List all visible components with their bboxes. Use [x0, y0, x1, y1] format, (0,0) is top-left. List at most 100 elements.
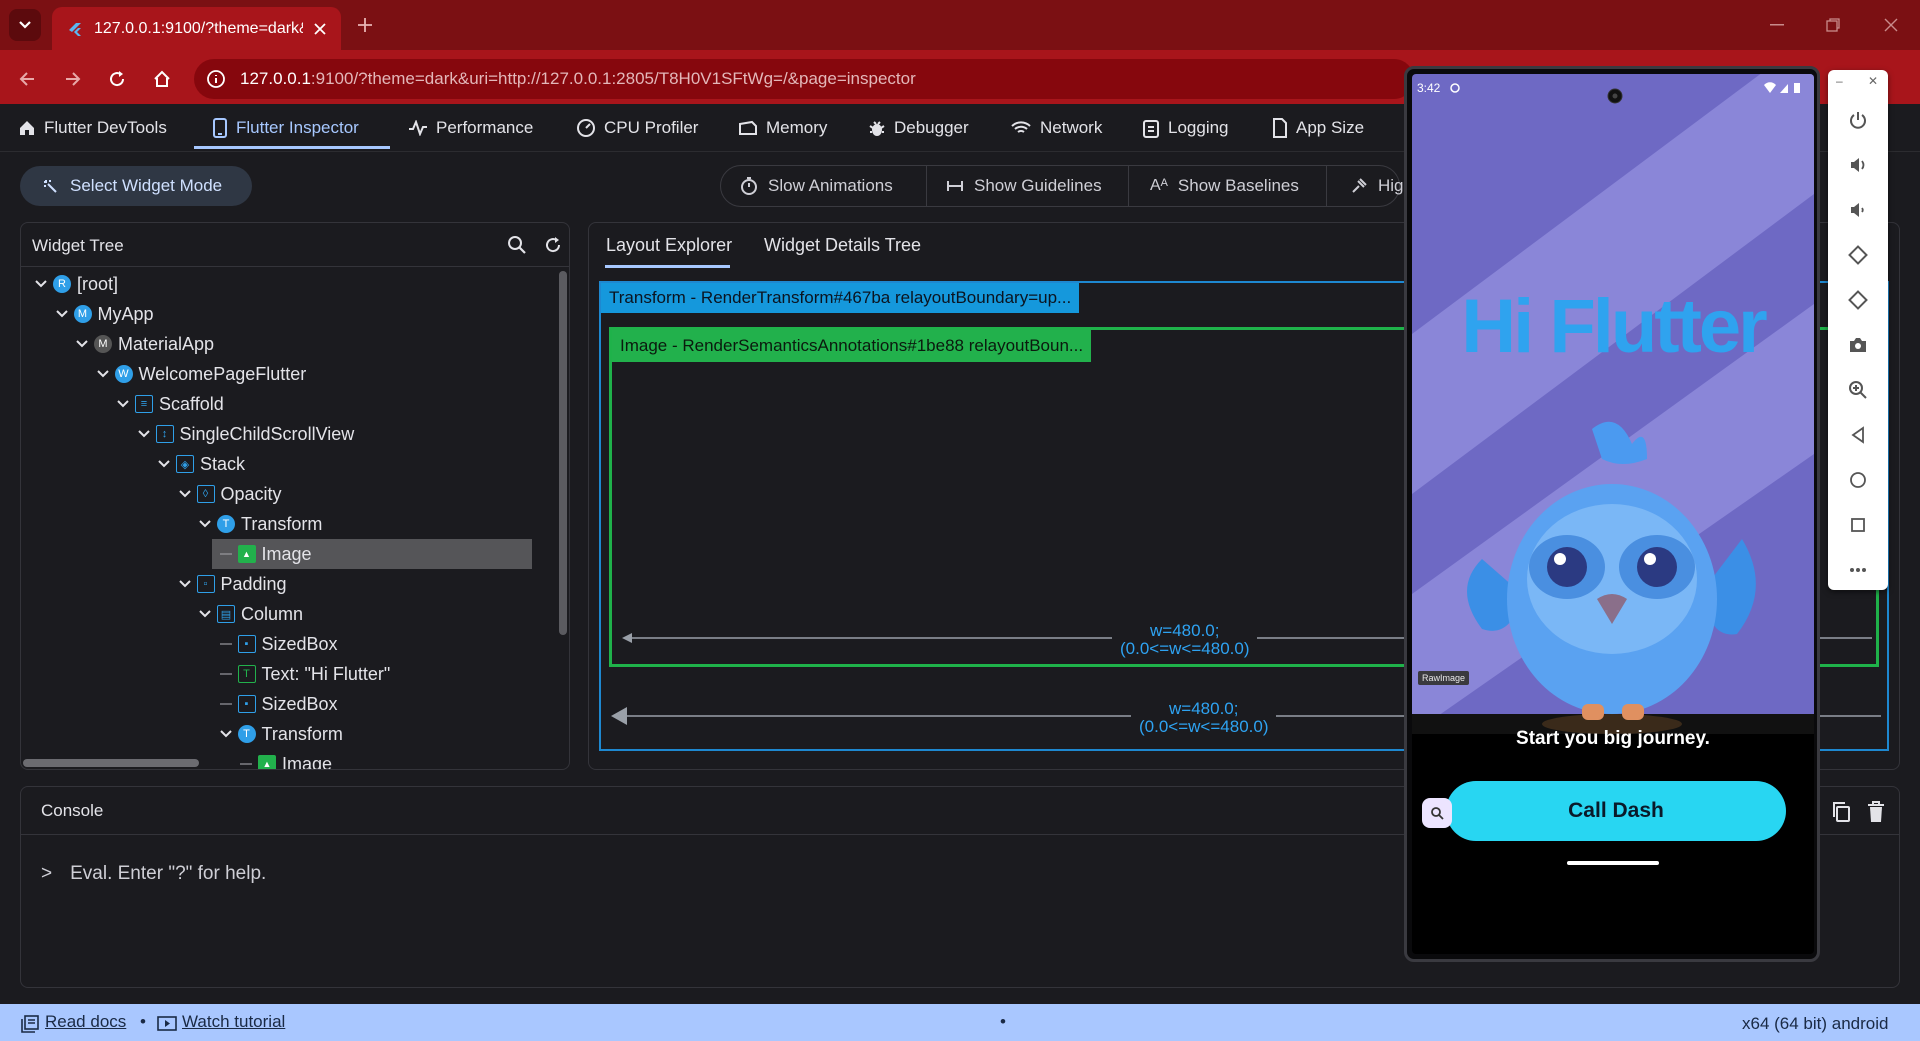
tab-flutter-inspector[interactable]: Flutter Inspector [212, 104, 359, 152]
call-dash-button[interactable]: Call Dash [1446, 781, 1786, 841]
chevron-down-icon[interactable] [177, 576, 193, 592]
tree-node[interactable]: ▤ Column [21, 599, 557, 629]
show-guidelines-toggle[interactable]: Show Guidelines [946, 165, 1102, 207]
show-guidelines-label: Show Guidelines [974, 176, 1102, 195]
chevron-down-icon[interactable] [95, 366, 111, 382]
restore-window-button[interactable] [1818, 10, 1848, 40]
tree-node[interactable]: M MaterialApp [21, 329, 557, 359]
tree-node-label: SizedBox [261, 693, 338, 714]
volume-up-button[interactable] [1842, 149, 1874, 181]
new-tab-button[interactable] [352, 12, 378, 38]
tree-node[interactable]: ▪ SizedBox [21, 629, 557, 659]
power-button[interactable] [1842, 104, 1874, 136]
tree-node[interactable]: ◊ Opacity [21, 479, 557, 509]
back-nav-button[interactable] [1842, 419, 1874, 451]
copy-icon[interactable] [1831, 801, 1851, 823]
camera-cutout-icon [1607, 88, 1623, 104]
phone-icon [213, 118, 227, 138]
trash-icon[interactable] [1867, 801, 1885, 823]
tab-performance[interactable]: Performance [408, 104, 533, 152]
overview-nav-button[interactable] [1842, 509, 1874, 541]
phone-screen[interactable]: 3:42 Hi Flutter RawImage Start you big j… [1412, 74, 1814, 954]
close-window-button[interactable] [1876, 10, 1906, 40]
chevron-down-icon[interactable] [136, 426, 152, 442]
address-bar[interactable]: 127.0.0.1:9100/?theme=dark&uri=http://12… [194, 59, 1414, 99]
read-docs-link[interactable]: Read docs [45, 1012, 126, 1032]
volume-up-icon [1851, 158, 1865, 172]
select-widget-mode-button[interactable]: Select Widget Mode [20, 166, 252, 206]
chevron-down-icon[interactable] [197, 516, 213, 532]
tab-logging[interactable]: Logging [1142, 104, 1229, 152]
tree-node[interactable]: M MyApp [21, 299, 557, 329]
bug-icon [869, 121, 885, 136]
volume-down-button[interactable] [1842, 194, 1874, 226]
widget-scaffold-icon: ≡ [135, 395, 153, 413]
close-icon[interactable] [313, 22, 327, 36]
console-input[interactable]: > Eval. Enter "?" for help. [41, 863, 266, 885]
tree-node[interactable]: ↕ SingleChildScrollView [21, 419, 557, 449]
forward-button[interactable] [56, 62, 90, 96]
highlight-toggle[interactable]: Hig [1350, 165, 1404, 207]
zoom-button[interactable] [1842, 374, 1874, 406]
browser-tab[interactable]: 127.0.0.1:9100/?theme=dark&u [52, 7, 341, 50]
baselines-icon: Aᴬ [1150, 177, 1168, 194]
slow-animations-toggle[interactable]: Slow Animations [740, 165, 893, 207]
chevron-down-icon[interactable] [74, 336, 90, 352]
devtools-brand[interactable]: Flutter DevTools [18, 104, 167, 152]
tab-memory[interactable]: Memory [738, 104, 827, 152]
tree-node[interactable]: ▫ Padding [21, 569, 557, 599]
tab-cpu-profiler[interactable]: CPU Profiler [576, 104, 698, 152]
tab-network[interactable]: Network [1010, 104, 1102, 152]
chevron-down-icon[interactable] [156, 456, 172, 472]
tree-node[interactable]: ▪ SizedBox [21, 689, 557, 719]
tree-node[interactable]: W WelcomePageFlutter [21, 359, 557, 389]
screenshot-button[interactable] [1842, 329, 1874, 361]
chevron-down-icon[interactable] [54, 306, 70, 322]
chevron-down-icon[interactable] [33, 276, 49, 292]
tab-label: Network [1040, 118, 1103, 137]
rotate-left-button[interactable] [1842, 239, 1874, 271]
emu-close-icon[interactable]: ✕ [1868, 74, 1878, 88]
chevron-down-icon[interactable] [177, 486, 193, 502]
tree-node[interactable]: ≡ Scaffold [21, 389, 557, 419]
tab-widget-details-tree[interactable]: Widget Details Tree [764, 235, 921, 256]
rotate-right-button[interactable] [1842, 284, 1874, 316]
chevron-down-icon[interactable] [218, 726, 234, 742]
search-icon[interactable] [507, 235, 527, 255]
restore-icon [1826, 18, 1840, 32]
info-icon[interactable] [206, 69, 226, 89]
back-button[interactable] [10, 62, 44, 96]
tab-label: App Size [1296, 118, 1365, 137]
tree-node[interactable]: ▲ Image [211, 539, 532, 569]
minimize-window-button[interactable] [1762, 10, 1792, 40]
tab-label: CPU Profiler [604, 118, 699, 137]
refresh-icon[interactable] [543, 235, 563, 255]
status-center-dot: • [1000, 1012, 1006, 1031]
tree-node[interactable]: T Transform [21, 719, 557, 749]
more-button[interactable] [1842, 554, 1874, 586]
tree-node[interactable]: R [root] [21, 269, 557, 299]
reload-button[interactable] [100, 62, 134, 96]
home-nav-button[interactable] [1842, 464, 1874, 496]
tree-connector-icon [219, 673, 232, 675]
emu-minimize-icon[interactable]: – [1836, 74, 1843, 88]
tab-search-button[interactable] [9, 9, 41, 41]
horizontal-scrollbar[interactable] [23, 759, 199, 767]
tab-layout-explorer[interactable]: Layout Explorer [606, 235, 732, 256]
watch-tutorial-link[interactable]: Watch tutorial [182, 1012, 285, 1032]
tree-node[interactable]: T Transform [21, 509, 557, 539]
tab-app-size[interactable]: App Size [1272, 104, 1364, 152]
active-tab-indicator [194, 146, 390, 149]
tab-label: Debugger [894, 118, 969, 137]
tab-debugger[interactable]: Debugger [868, 104, 969, 152]
outer-width-constraint: (0.0<=w<=480.0) [1139, 717, 1269, 736]
vertical-scrollbar[interactable] [559, 271, 567, 635]
home-button[interactable] [145, 62, 179, 96]
tree-node[interactable]: ◈ Stack [21, 449, 557, 479]
inspector-fab[interactable] [1422, 798, 1452, 828]
tree-node[interactable]: T Text: "Hi Flutter" [21, 659, 557, 689]
chevron-down-icon[interactable] [197, 606, 213, 622]
chevron-down-icon[interactable] [115, 396, 131, 412]
gesture-nav-bar[interactable] [1567, 861, 1659, 865]
show-baselines-toggle[interactable]: Aᴬ Show Baselines [1150, 165, 1299, 207]
